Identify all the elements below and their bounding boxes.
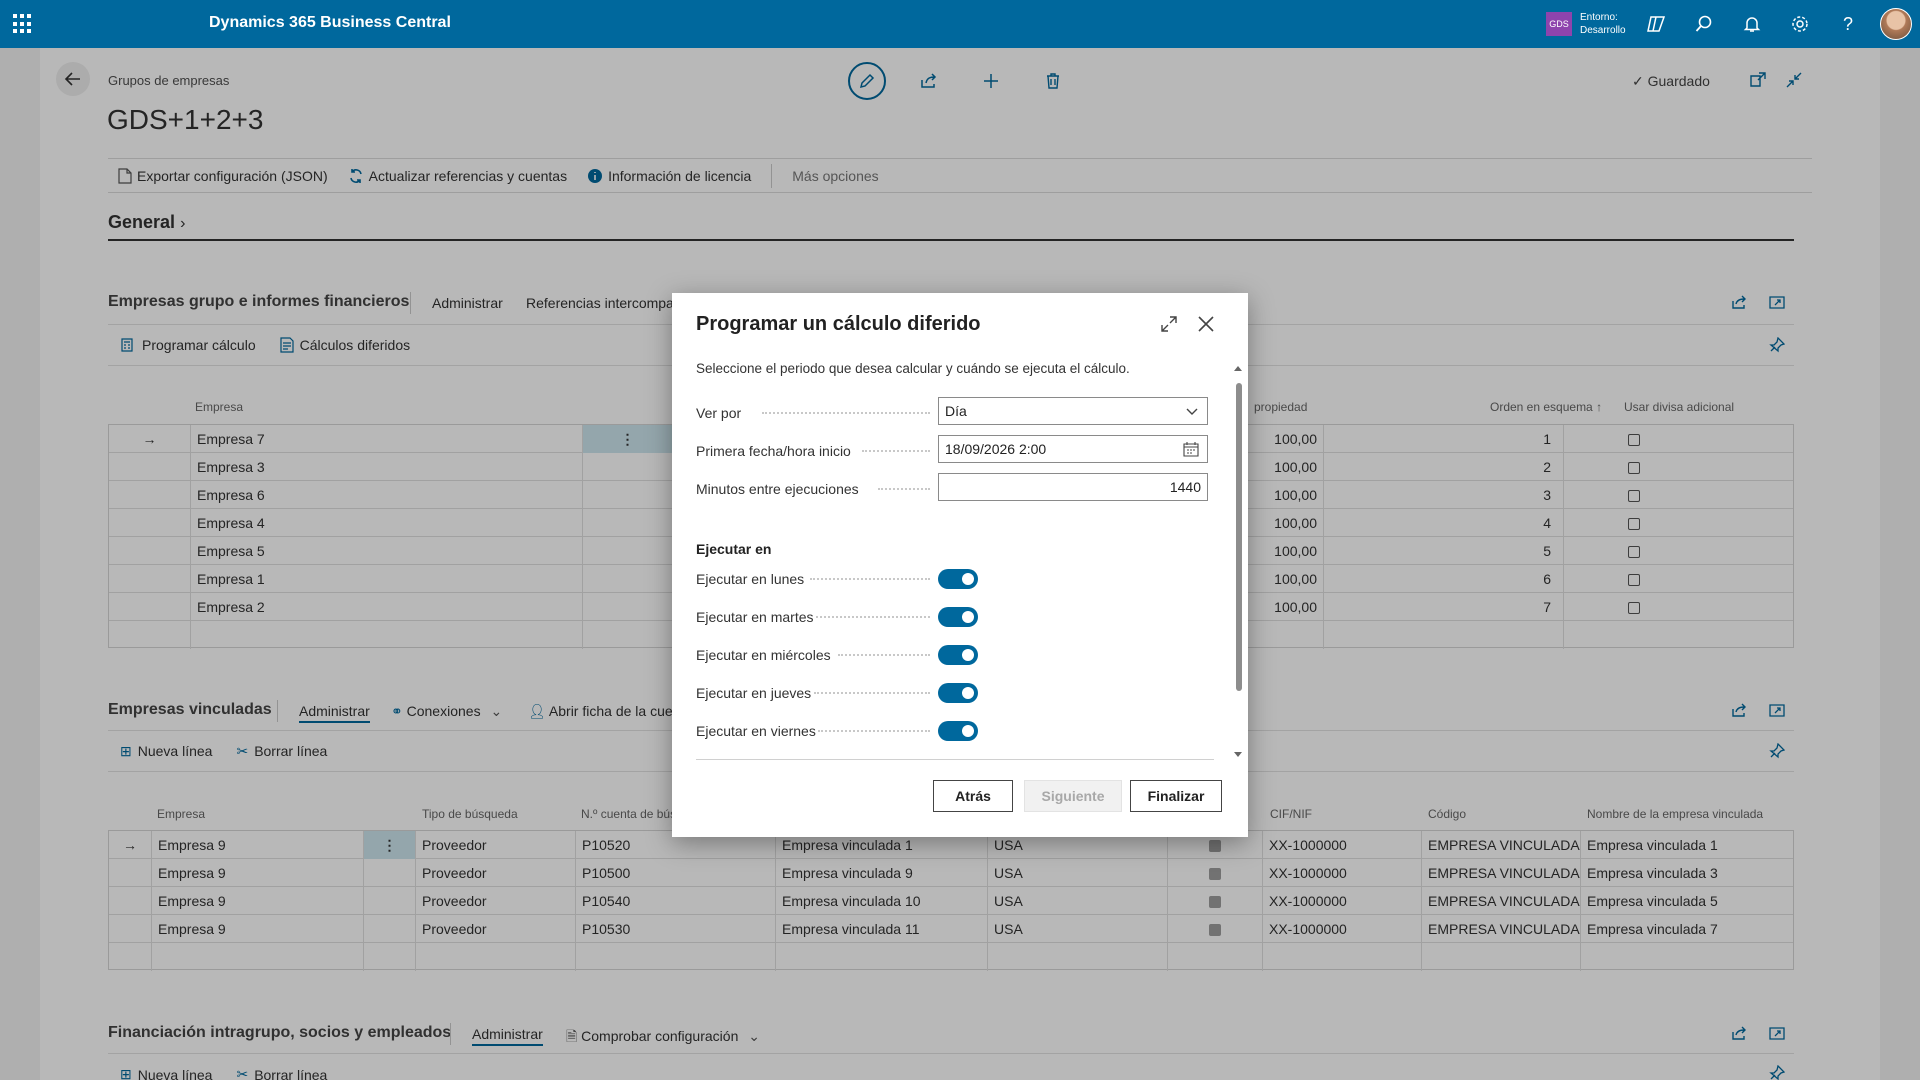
expand-dialog-icon[interactable]: [1156, 311, 1182, 337]
minutos-label: Minutos entre ejecuciones: [696, 481, 859, 497]
toggle-label-martes: Ejecutar en martes: [696, 609, 814, 625]
next-button[interactable]: Siguiente: [1024, 780, 1122, 812]
ver-por-select[interactable]: Día: [938, 397, 1208, 425]
scrollbar-thumb[interactable]: [1236, 383, 1242, 691]
app-title[interactable]: Dynamics 365 Business Central: [209, 14, 451, 32]
toggle-label-miercoles: Ejecutar en miércoles: [696, 647, 831, 663]
app-launcher-icon[interactable]: [13, 14, 33, 34]
toggle-jueves[interactable]: [938, 683, 978, 703]
environment-caption: Entorno:: [1580, 12, 1618, 23]
search-icon[interactable]: [1692, 12, 1716, 36]
toggle-martes[interactable]: [938, 607, 978, 627]
dotted-leader: [818, 730, 930, 732]
dotted-leader: [814, 692, 930, 694]
finish-button[interactable]: Finalizar: [1130, 780, 1222, 812]
dialog-footer-divider: [696, 759, 1214, 760]
help-icon[interactable]: ?: [1836, 12, 1860, 36]
toggle-label-lunes: Ejecutar en lunes: [696, 571, 805, 587]
ver-por-value: Día: [945, 403, 967, 419]
dotted-leader: [816, 616, 930, 618]
app-bar: Dynamics 365 Business Central GDS Entorn…: [0, 0, 1920, 48]
section-heading: Ejecutar en: [696, 541, 772, 557]
dotted-leader: [878, 488, 930, 490]
dotted-leader: [762, 412, 930, 414]
dialog-title: Programar un cálculo diferido: [696, 313, 981, 335]
environment-badge[interactable]: GDS: [1546, 12, 1572, 36]
calendar-icon[interactable]: [1183, 436, 1199, 462]
environment-name: Desarrollo: [1580, 25, 1626, 36]
close-icon[interactable]: [1193, 311, 1219, 337]
fecha-label: Primera fecha/hora inicio: [696, 443, 851, 459]
dialog-description: Seleccione el periodo que desea calcular…: [696, 361, 1130, 376]
dotted-leader: [862, 450, 930, 452]
dotted-leader: [838, 654, 930, 656]
dotted-leader: [810, 578, 930, 580]
gear-icon[interactable]: [1788, 12, 1812, 36]
fecha-value: 18/09/2026 2:00: [945, 441, 1047, 457]
avatar[interactable]: [1880, 8, 1912, 40]
toggle-label-jueves: Ejecutar en jueves: [696, 685, 812, 701]
schedule-dialog: Programar un cálculo diferido Seleccione…: [672, 293, 1248, 837]
back-button[interactable]: Atrás: [933, 780, 1013, 812]
toggle-lunes[interactable]: [938, 569, 978, 589]
bell-icon[interactable]: [1740, 12, 1764, 36]
minutos-input[interactable]: 1440: [938, 473, 1208, 501]
copilot-icon[interactable]: [1644, 12, 1668, 36]
environment-label[interactable]: Entorno: Desarrollo: [1580, 11, 1626, 37]
toggle-viernes[interactable]: [938, 721, 978, 741]
ver-por-label: Ver por: [696, 405, 742, 421]
fecha-input[interactable]: 18/09/2026 2:00: [938, 435, 1208, 463]
toggle-label-viernes: Ejecutar en viernes: [696, 723, 816, 739]
chevron-down-icon: [1185, 398, 1199, 424]
toggle-miercoles[interactable]: [938, 645, 978, 665]
